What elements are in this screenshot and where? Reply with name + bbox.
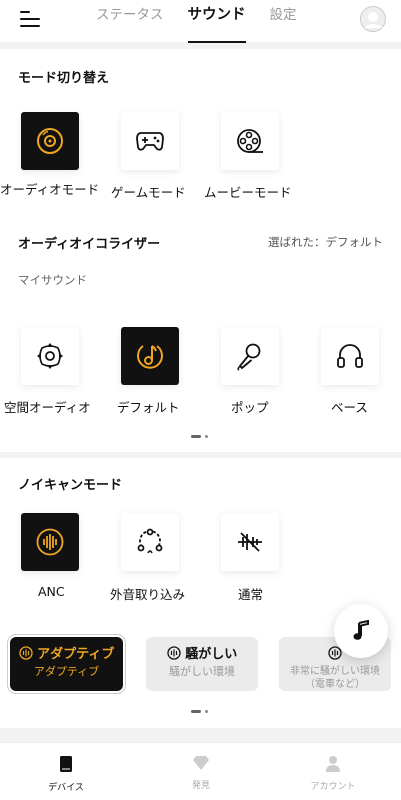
- headphones-icon: [337, 344, 363, 368]
- gem-icon: [193, 756, 209, 770]
- nav-devices-label: デバイス: [48, 783, 84, 793]
- page-indicator[interactable]: [191, 435, 208, 438]
- pop-preset-label: ポップ: [231, 400, 269, 415]
- tab-sound[interactable]: サウンド: [187, 5, 246, 43]
- ambient-label: 外音取り込み: [110, 587, 186, 602]
- nav-discover-label: 発見: [191, 781, 210, 791]
- microphone-icon: [237, 343, 261, 371]
- my-sound-label[interactable]: マイサウンド: [18, 272, 87, 288]
- normal-mode-tile[interactable]: [221, 513, 279, 571]
- tab-status[interactable]: ステータス: [96, 5, 164, 35]
- game-mode-label: ゲームモード: [111, 185, 186, 200]
- noise-cancel-title: ノイキャンモード: [18, 478, 123, 493]
- bass-preset-tile[interactable]: [321, 327, 379, 385]
- adaptive-chip-title: アダプティブ: [37, 647, 115, 662]
- noisy-chip[interactable]: 騒がしい 騒がしい環境: [146, 637, 258, 691]
- film-reel-icon: [237, 129, 263, 153]
- app-root: ステータス サウンド 設定 モード切り替え オーディオモード ゲームモード ムー…: [0, 0, 401, 800]
- spatial-audio-tile[interactable]: [21, 327, 79, 385]
- sound-wave-icon: [18, 646, 33, 660]
- ambient-tile[interactable]: [121, 513, 179, 571]
- nav-discover[interactable]: 発見: [166, 755, 236, 791]
- default-preset-label: デフォルト: [117, 400, 180, 415]
- disc-icon: [37, 128, 63, 154]
- anc-label: ANC: [38, 584, 65, 599]
- person-icon: [326, 756, 340, 772]
- audio-mode-tile[interactable]: [21, 112, 79, 170]
- sound-wave-icon: [36, 528, 64, 556]
- user-icon: [364, 12, 382, 28]
- music-note-icon: [353, 620, 369, 640]
- noisy-chip-title: 騒がしい: [185, 647, 238, 662]
- nav-devices[interactable]: デバイス: [31, 755, 101, 793]
- device-icon: [60, 756, 72, 772]
- pop-preset-tile[interactable]: [221, 327, 279, 385]
- nav-account[interactable]: アカウント: [298, 755, 368, 792]
- tab-bar: ステータス サウンド 設定: [96, 5, 321, 43]
- audio-mode-label: オーディオモード: [0, 182, 100, 197]
- tab-settings[interactable]: 設定: [270, 5, 297, 35]
- very-noisy-chip-subtitle: 非常に騒がしい環境（電車など）: [290, 666, 380, 690]
- off-wave-icon: [238, 532, 262, 552]
- avatar[interactable]: [360, 6, 386, 32]
- gamepad-icon: [136, 132, 164, 151]
- equalizer-selected-text: 選ばれた：デフォルト: [268, 235, 383, 249]
- nc-page-indicator[interactable]: [191, 710, 208, 713]
- noisy-chip-subtitle: 騒がしい環境: [169, 665, 235, 678]
- movie-mode-tile[interactable]: [221, 112, 279, 170]
- default-preset-tile[interactable]: [121, 327, 179, 385]
- nav-account-label: アカウント: [310, 782, 356, 792]
- movie-mode-label: ムービーモード: [204, 185, 292, 200]
- normal-mode-label: 通常: [238, 587, 264, 602]
- bass-preset-label: ベース: [331, 400, 368, 415]
- music-fab[interactable]: [334, 604, 388, 658]
- ambient-network-icon: [137, 528, 163, 554]
- menu-icon[interactable]: [20, 8, 42, 28]
- music-note-circle-icon: [137, 345, 163, 369]
- spatial-audio-icon: [37, 343, 63, 369]
- top-header: ステータス サウンド 設定: [0, 0, 401, 43]
- anc-tile[interactable]: [21, 513, 79, 571]
- adaptive-chip[interactable]: アダプティブ アダプティブ: [7, 634, 126, 694]
- spatial-audio-label: 空間オーディオ: [4, 400, 91, 415]
- sound-wave-icon: [167, 646, 181, 660]
- sound-settings-card: モード切り替え オーディオモード ゲームモード ムービーモード オーディオイコラ…: [0, 49, 401, 452]
- adaptive-chip-subtitle: アダプティブ: [33, 665, 100, 678]
- bottom-nav: デバイス 発見 アカウント: [0, 742, 401, 800]
- equalizer-title: オーディオイコライザー: [18, 237, 161, 252]
- mode-switch-title: モード切り替え: [18, 71, 110, 86]
- game-mode-tile[interactable]: [121, 112, 179, 170]
